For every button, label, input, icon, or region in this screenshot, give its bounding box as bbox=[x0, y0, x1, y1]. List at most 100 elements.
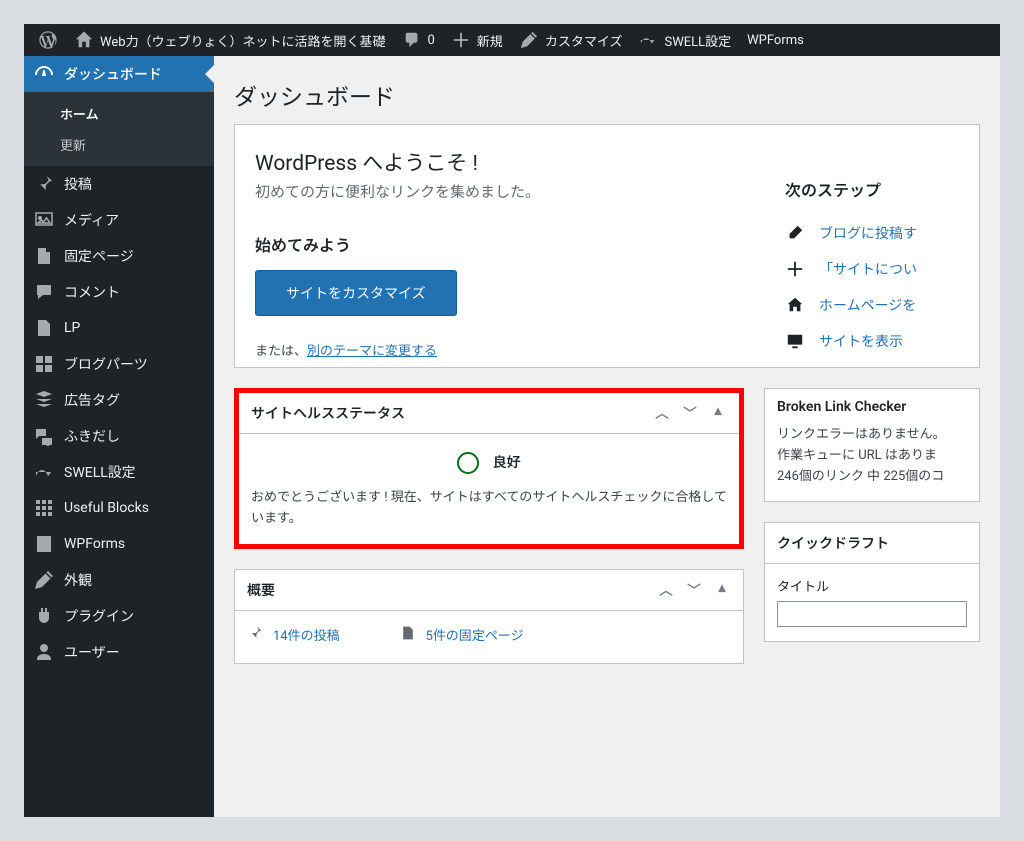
box-handle-actions: ︿ ﹀ ▴ bbox=[657, 580, 731, 600]
media-icon bbox=[34, 210, 54, 230]
sidebar-item-lp[interactable]: LP bbox=[24, 310, 214, 346]
sidebar-item-label: LP bbox=[64, 320, 80, 336]
user-icon bbox=[34, 642, 54, 662]
submenu-item-updates[interactable]: 更新 bbox=[24, 129, 214, 160]
sidebar-item-plugins[interactable]: プラグイン bbox=[24, 598, 214, 634]
box-handle-actions: ︿ ﹀ ▴ bbox=[653, 403, 727, 423]
box-title: サイトヘルスステータス bbox=[251, 403, 405, 423]
next-step-view-site[interactable]: サイトを表示 bbox=[785, 323, 959, 359]
plus-icon bbox=[785, 259, 805, 279]
sidebar-item-label: SWELL設定 bbox=[64, 462, 136, 482]
sidebar-item-label: ふきだし bbox=[64, 426, 120, 446]
sidebar-item-label: Useful Blocks bbox=[64, 500, 149, 516]
page-icon bbox=[34, 318, 54, 338]
quick-draft-box: クイックドラフト タイトル bbox=[764, 522, 980, 642]
box-title: クイックドラフト bbox=[777, 533, 889, 553]
toggle-box-icon[interactable]: ▴ bbox=[713, 580, 731, 600]
move-down-icon[interactable]: ﹀ bbox=[681, 403, 699, 423]
home-icon bbox=[785, 295, 805, 315]
overview-posts-label: 14件の投稿 bbox=[273, 627, 340, 648]
sidebar-item-swell[interactable]: SWELL設定 bbox=[24, 454, 214, 490]
sidebar-item-posts[interactable]: 投稿 bbox=[24, 166, 214, 202]
sidebar-item-label: プラグイン bbox=[64, 606, 134, 626]
stack-icon bbox=[34, 390, 54, 410]
quick-draft-title-input[interactable] bbox=[777, 601, 967, 627]
sidebar-item-dashboard[interactable]: ダッシュボード bbox=[24, 56, 214, 92]
new-content-link[interactable]: 新規 bbox=[443, 24, 511, 56]
home-icon bbox=[74, 30, 94, 50]
swell-adminbar-link[interactable]: SWELL設定 bbox=[630, 24, 739, 56]
blocks-icon bbox=[34, 498, 54, 518]
wordpress-icon bbox=[38, 30, 58, 50]
swell-adminbar-label: SWELL設定 bbox=[664, 31, 731, 50]
overview-box: 概要 ︿ ﹀ ▴ 14件の投稿 bbox=[234, 569, 744, 664]
move-down-icon[interactable]: ﹀ bbox=[685, 580, 703, 600]
next-step-set-homepage[interactable]: ホームページを bbox=[785, 287, 959, 323]
sidebar-item-blog-parts[interactable]: ブログパーツ bbox=[24, 346, 214, 382]
blc-line: 246個のリンク 中 225個のコ bbox=[777, 467, 967, 488]
sidebar-item-label: メディア bbox=[64, 210, 119, 230]
wpforms-adminbar-label: WPForms bbox=[747, 33, 804, 48]
overview-posts-link[interactable]: 14件の投稿 bbox=[247, 625, 340, 649]
or-prefix: または、 bbox=[255, 344, 307, 359]
status-circle-icon bbox=[457, 452, 479, 474]
sidebar-item-comments[interactable]: コメント bbox=[24, 274, 214, 310]
plug-icon bbox=[34, 606, 54, 626]
customize-link[interactable]: カスタマイズ bbox=[511, 24, 631, 56]
customize-site-button[interactable]: サイトをカスタマイズ bbox=[255, 270, 457, 316]
sidebar-item-media[interactable]: メディア bbox=[24, 202, 214, 238]
wpforms-adminbar-link[interactable]: WPForms bbox=[739, 24, 812, 56]
sidebar-item-label: ブログパーツ bbox=[64, 354, 148, 374]
welcome-heading: WordPress へようこそ ! bbox=[255, 147, 745, 177]
sidebar-item-appearance[interactable]: 外観 bbox=[24, 562, 214, 598]
sidebar-item-label: 外観 bbox=[64, 570, 92, 590]
change-theme-link[interactable]: 別のテーマに変更する bbox=[307, 344, 437, 359]
sidebar-item-label: 投稿 bbox=[64, 174, 92, 194]
grid-icon bbox=[34, 354, 54, 374]
overview-pages-link[interactable]: 5件の固定ページ bbox=[400, 625, 524, 649]
chat-icon bbox=[34, 426, 54, 446]
swell-icon bbox=[34, 462, 54, 482]
site-health-message: おめでとうございます ! 現在、サイトはすべてのサイトヘルスチェックに合格してい… bbox=[251, 488, 727, 530]
sidebar-item-useful-blocks[interactable]: Useful Blocks bbox=[24, 490, 214, 526]
dashboard-submenu: ホーム 更新 bbox=[24, 92, 214, 166]
sidebar-item-pages[interactable]: 固定ページ bbox=[24, 238, 214, 274]
welcome-panel: WordPress へようこそ ! 初めての方に便利なリンクを集めました。 始め… bbox=[234, 124, 980, 368]
next-step-add-about[interactable]: 「サイトについ bbox=[785, 251, 959, 287]
get-started-heading: 始めてみよう bbox=[255, 232, 745, 256]
toggle-box-icon[interactable]: ▴ bbox=[709, 403, 727, 423]
pin-icon bbox=[34, 174, 54, 194]
brush-icon bbox=[34, 570, 54, 590]
customize-label: カスタマイズ bbox=[545, 31, 623, 50]
overview-pages-label: 5件の固定ページ bbox=[426, 627, 524, 648]
new-label: 新規 bbox=[477, 31, 503, 50]
sidebar-item-label: ダッシュボード bbox=[64, 64, 162, 84]
wp-logo-menu[interactable] bbox=[30, 24, 66, 56]
sidebar-item-users[interactable]: ユーザー bbox=[24, 634, 214, 670]
blc-line: 作業キューに URL はありま bbox=[777, 446, 967, 467]
sidebar-item-label: ユーザー bbox=[64, 642, 120, 662]
submenu-item-home[interactable]: ホーム bbox=[24, 98, 214, 129]
blc-line: リンクエラーはありません。 bbox=[777, 425, 967, 446]
sidebar-item-wpforms[interactable]: WPForms bbox=[24, 526, 214, 562]
edit-icon bbox=[785, 223, 805, 243]
next-step-label: サイトを表示 bbox=[819, 331, 903, 351]
box-title: 概要 bbox=[247, 580, 275, 600]
page-icon bbox=[34, 246, 54, 266]
move-up-icon[interactable]: ︿ bbox=[653, 403, 671, 423]
admin-side-menu: ダッシュボード ホーム 更新 投稿 メディア 固定ページ コメント LP ブロ bbox=[24, 56, 214, 817]
site-link[interactable]: Web力（ウェブりょく）ネットに活路を開く基礎 bbox=[66, 24, 394, 56]
move-up-icon[interactable]: ︿ bbox=[657, 580, 675, 600]
comments-link[interactable]: 0 bbox=[394, 24, 443, 56]
brush-icon bbox=[519, 30, 539, 50]
comment-icon bbox=[402, 30, 422, 50]
status-label: 良好 bbox=[493, 455, 521, 471]
broken-link-checker-box: Broken Link Checker リンクエラーはありません。 作業キューに… bbox=[764, 388, 980, 502]
next-steps-heading: 次のステップ bbox=[785, 177, 959, 201]
site-health-box: サイトヘルスステータス ︿ ﹀ ▴ 良好 おめでとうございます ! 現在、サイト… bbox=[234, 388, 744, 549]
next-step-write-blog[interactable]: ブログに投稿す bbox=[785, 215, 959, 251]
sidebar-item-balloon[interactable]: ふきだし bbox=[24, 418, 214, 454]
page-icon bbox=[400, 625, 416, 649]
sidebar-item-ad-tags[interactable]: 広告タグ bbox=[24, 382, 214, 418]
sidebar-item-label: WPForms bbox=[64, 536, 125, 552]
